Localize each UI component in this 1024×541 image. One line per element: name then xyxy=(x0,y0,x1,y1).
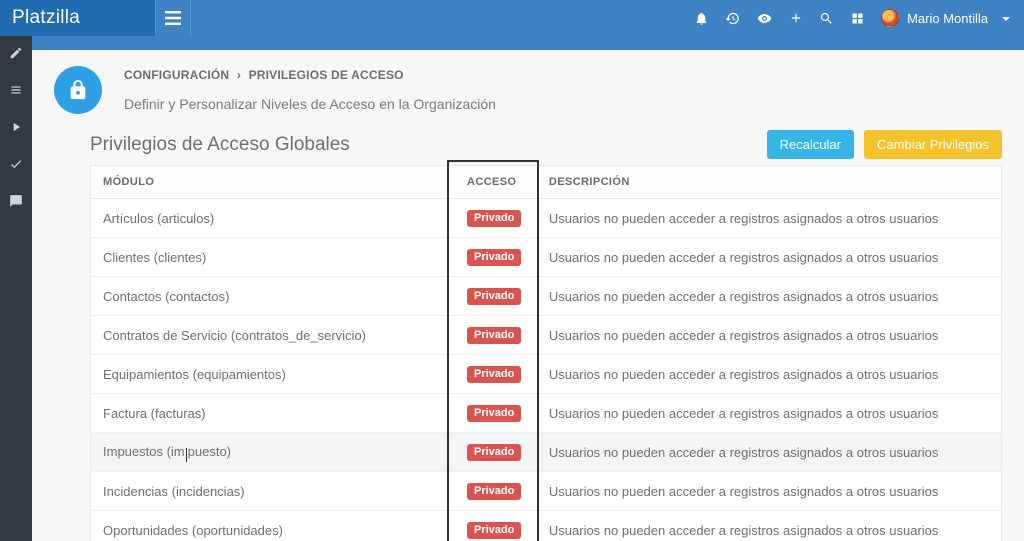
section-bar: Privilegios de Acceso Globales Recalcula… xyxy=(90,130,1002,159)
search-icon[interactable] xyxy=(819,11,834,26)
blue-bar xyxy=(32,36,1024,50)
hamburger-icon xyxy=(165,11,181,25)
history-icon[interactable] xyxy=(725,11,740,26)
plus-icon[interactable] xyxy=(789,11,803,25)
apps-icon[interactable] xyxy=(850,11,865,26)
col-acceso[interactable]: ACCESO xyxy=(455,166,537,199)
cell-modulo: Contactos (contactos) xyxy=(91,277,455,316)
text-cursor xyxy=(186,448,187,462)
access-badge[interactable]: Privado xyxy=(467,405,521,422)
cell-modulo: Contratos de Servicio (contratos_de_serv… xyxy=(91,316,455,355)
cell-descripcion: Usuarios no pueden acceder a registros a… xyxy=(537,394,1001,433)
side-rail xyxy=(0,36,32,541)
cell-descripcion: Usuarios no pueden acceder a registros a… xyxy=(537,316,1001,355)
lock-icon xyxy=(54,66,102,114)
cell-descripcion: Usuarios no pueden acceder a registros a… xyxy=(537,511,1001,541)
cell-modulo: Equipamientos (equipamientos) xyxy=(91,355,455,394)
cell-acceso: Privado xyxy=(455,511,537,541)
recalc-button[interactable]: Recalcular xyxy=(767,130,854,159)
page-header: CONFIGURACIÓN › PRIVILEGIOS DE ACCESO De… xyxy=(32,50,1024,124)
cell-acceso: Privado xyxy=(455,238,537,277)
cell-modulo: Impuestos (impuesto) xyxy=(91,433,455,472)
cell-descripcion: Usuarios no pueden acceder a registros a… xyxy=(537,433,1001,472)
top-icons: Mario Montilla xyxy=(694,9,1024,27)
access-badge[interactable]: Privado xyxy=(467,483,521,500)
eye-icon[interactable] xyxy=(756,11,773,26)
cell-acceso: Privado xyxy=(455,433,537,472)
rail-list-icon[interactable] xyxy=(9,83,23,102)
cell-modulo: Incidencias (incidencias) xyxy=(91,472,455,511)
avatar xyxy=(881,9,899,27)
table-row[interactable]: Clientes (clientes) Privado Usuarios no pu… xyxy=(91,238,1001,277)
cell-acceso: Privado xyxy=(455,355,537,394)
col-modulo[interactable]: MÓDULO xyxy=(91,166,455,199)
page-subtitle: Definir y Personalizar Niveles de Acceso… xyxy=(124,96,496,112)
table-row[interactable]: Contactos (contactos) Privado Usuarios no … xyxy=(91,277,1001,316)
access-badge[interactable]: Privado xyxy=(467,327,521,344)
cell-acceso: Privado xyxy=(455,472,537,511)
chevron-down-icon xyxy=(996,11,1010,26)
cell-acceso: Privado xyxy=(455,277,537,316)
col-descripcion[interactable]: DESCRIPCIÓN xyxy=(537,166,1001,199)
change-privileges-button[interactable]: Cambiar Privilegios xyxy=(864,130,1002,159)
cell-modulo: Clientes (clientes) xyxy=(91,238,455,277)
rail-chat-icon[interactable] xyxy=(9,194,23,213)
cell-acceso: Privado xyxy=(455,394,537,433)
access-badge[interactable]: Privado xyxy=(467,444,521,461)
breadcrumb-current: PRIVILEGIOS DE ACCESO xyxy=(249,68,404,82)
access-badge[interactable]: Privado xyxy=(467,210,521,227)
section-title: Privilegios de Acceso Globales xyxy=(90,134,350,156)
table-row[interactable]: Oportunidades (oportunidades) Privado Usua… xyxy=(91,511,1001,541)
access-badge[interactable]: Privado xyxy=(467,249,521,266)
bell-icon[interactable] xyxy=(694,11,709,26)
cell-acceso: Privado xyxy=(455,199,537,238)
cell-modulo: Factura (facturas) xyxy=(91,394,455,433)
user-name: Mario Montilla xyxy=(907,11,988,26)
cell-descripcion: Usuarios no pueden acceder a registros a… xyxy=(537,277,1001,316)
access-badge[interactable]: Privado xyxy=(467,366,521,383)
access-badge[interactable]: Privado xyxy=(467,522,521,539)
table-row[interactable]: Artículos (articulos) Privado Usuarios no … xyxy=(91,199,1001,238)
table-row[interactable]: Factura (facturas) Privado Usuarios no pue… xyxy=(91,394,1001,433)
table-row[interactable]: Contratos de Servicio (contratos_de_serv… xyxy=(91,316,1001,355)
cell-descripcion: Usuarios no pueden acceder a registros a… xyxy=(537,238,1001,277)
user-menu[interactable]: Mario Montilla xyxy=(881,9,1010,27)
rail-play-icon[interactable] xyxy=(9,120,23,139)
access-badge[interactable]: Privado xyxy=(467,288,521,305)
table-row[interactable]: Incidencias (incidencias) Privado Usuarios… xyxy=(91,472,1001,511)
breadcrumb-sep: › xyxy=(237,68,241,82)
table-row[interactable]: Impuestos (impuesto) Privado Usuarios no p… xyxy=(91,433,1001,472)
cell-acceso: Privado xyxy=(455,316,537,355)
main: CONFIGURACIÓN › PRIVILEGIOS DE ACCESO De… xyxy=(32,50,1024,541)
cell-descripcion: Usuarios no pueden acceder a registros a… xyxy=(537,199,1001,238)
rail-edit-icon[interactable] xyxy=(9,46,23,65)
cell-modulo: Artículos (articulos) xyxy=(91,199,455,238)
topbar: Platzilla Mario Montilla xyxy=(0,0,1024,36)
table-row[interactable]: Equipamientos (equipamientos) Privado Usua… xyxy=(91,355,1001,394)
cell-modulo: Oportunidades (oportunidades) xyxy=(91,511,455,541)
privileges-table: MÓDULO ACCESO DESCRIPCIÓN Artículos (art… xyxy=(90,165,1002,541)
rail-check-icon[interactable] xyxy=(9,157,23,176)
cell-descripcion: Usuarios no pueden acceder a registros a… xyxy=(537,472,1001,511)
menu-toggle[interactable] xyxy=(155,0,191,36)
breadcrumb: CONFIGURACIÓN › PRIVILEGIOS DE ACCESO xyxy=(124,68,496,82)
breadcrumb-root[interactable]: CONFIGURACIÓN xyxy=(124,68,229,82)
cell-descripcion: Usuarios no pueden acceder a registros a… xyxy=(537,355,1001,394)
brand[interactable]: Platzilla xyxy=(0,0,155,36)
